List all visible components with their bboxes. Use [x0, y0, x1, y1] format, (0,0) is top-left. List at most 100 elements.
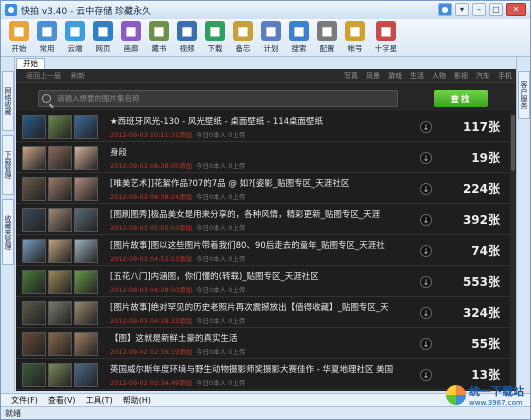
toolbar-button-12[interactable]: ■ 帐号: [341, 19, 369, 57]
thumbnail-image[interactable]: [48, 301, 72, 325]
item-title[interactable]: 【图】这就是新鲜土豪的真实生活: [110, 332, 402, 344]
menu-item-2[interactable]: 工具(T): [86, 395, 113, 406]
thumbnail-image[interactable]: [74, 301, 98, 325]
thumbnail-image[interactable]: [48, 177, 72, 201]
thumbnail-image[interactable]: [22, 208, 46, 232]
toolbar-button-1[interactable]: ■ 常用: [33, 19, 61, 57]
thumbnail-image[interactable]: [48, 115, 72, 139]
thumbnail-image[interactable]: [48, 239, 72, 263]
list-item[interactable]: 【图】这就是新鲜土豪的真实生活 2012-09-02 02:36:19添加 今日0本…: [16, 330, 516, 359]
item-title[interactable]: [五花八门]内涵图，你们懂的(转载)_贴图专区_天涯社区: [110, 270, 402, 282]
thumbnail-image[interactable]: [22, 146, 46, 170]
item-title[interactable]: 身段: [110, 146, 402, 158]
toolbar-button-3[interactable]: ■ 网页: [89, 19, 117, 57]
refresh-link[interactable]: 刷新: [71, 71, 85, 81]
thumbnail-image[interactable]: [22, 363, 46, 387]
menu-arrow-icon[interactable]: ▾: [455, 3, 469, 16]
search-input[interactable]: 请输入想要的图片集名称: [38, 90, 398, 107]
download-icon[interactable]: ↓: [420, 152, 432, 164]
list-item[interactable]: 英国威尔斯年度环境与野生动物摄影师奖摄影大赛佳作 - 华夏地理社区 美国 2012…: [16, 361, 516, 390]
download-icon[interactable]: ↓: [420, 214, 432, 226]
scrollbar-thumb[interactable]: [511, 115, 515, 171]
toolbar-button-11[interactable]: ■ 配置: [313, 19, 341, 57]
toolbar-button-5[interactable]: ■ 藏书: [145, 19, 173, 57]
minimize-button[interactable]: –: [472, 3, 486, 16]
category-3[interactable]: 生活: [410, 71, 424, 81]
thumbnail-image[interactable]: [22, 115, 46, 139]
toolbar-button-8[interactable]: ■ 备忘: [229, 19, 257, 57]
thumbnail-image[interactable]: [48, 363, 72, 387]
close-button[interactable]: ✕: [506, 3, 526, 16]
toolbar-button-4[interactable]: ■ 画廊: [117, 19, 145, 57]
list-item[interactable]: [图片故事]图以这些图片带着我们80、90后走去的童年_贴图专区_天涯社 2012…: [16, 237, 516, 266]
toolbar-button-9[interactable]: ■ 计划: [257, 19, 285, 57]
thumbnail-image[interactable]: [74, 115, 98, 139]
skin-icon[interactable]: ●: [438, 3, 452, 16]
item-info: [图刷图秀]极品美女是用来分享的，各种风情，精彩更新_贴图专区_天涯 2012-0…: [110, 208, 402, 232]
item-info: [五花八门]内涵图，你们懂的(转载)_贴图专区_天涯社区 2012-09-03 0…: [110, 270, 402, 294]
download-icon[interactable]: ↓: [420, 369, 432, 381]
toolbar-button-6[interactable]: ■ 视频: [173, 19, 201, 57]
thumbnail-image[interactable]: [22, 332, 46, 356]
thumbnail-image[interactable]: [74, 177, 98, 201]
thumbnail-image[interactable]: [48, 332, 72, 356]
download-icon[interactable]: ↓: [420, 276, 432, 288]
thumbnail-image[interactable]: [74, 208, 98, 232]
download-icon[interactable]: ↓: [420, 245, 432, 257]
thumbnail-image[interactable]: [22, 177, 46, 201]
tab-start[interactable]: 开始: [16, 58, 45, 69]
item-title[interactable]: [唯美艺术]]花絮作品?07的7品 @ 如?[姿影_贴图专区_天涯社区: [110, 177, 402, 189]
download-icon[interactable]: ↓: [420, 121, 432, 133]
list-item[interactable]: [图片故事]绝对罕见的历史老照片再次震撼放出【值得收藏】_贴图专区_天 2012-…: [16, 299, 516, 328]
item-title[interactable]: [图片故事]图以这些图片带着我们80、90后走去的童年_贴图专区_天涯社: [110, 239, 402, 251]
category-7[interactable]: 手机: [498, 71, 512, 81]
category-5[interactable]: 影视: [454, 71, 468, 81]
toolbar-button-7[interactable]: ■ 下载: [201, 19, 229, 57]
thumbnail-image[interactable]: [74, 363, 98, 387]
search-button[interactable]: 查找: [434, 90, 488, 107]
list-item[interactable]: ★西班牙风光-130 - 风光壁纸 - 桌面壁纸 - 114桌面壁纸 2012-0…: [16, 113, 516, 142]
toolbar-button-0[interactable]: ■ 开始: [5, 19, 33, 57]
item-title[interactable]: 英国威尔斯年度环境与野生动物摄影师奖摄影大赛佳作 - 华夏地理社区 美国: [110, 363, 402, 375]
category-0[interactable]: 写真: [344, 71, 358, 81]
list-item[interactable]: [唯美艺术]]花絮作品?07的7品 @ 如?[姿影_贴图专区_天涯社区 2012-…: [16, 175, 516, 204]
thumbnail-image[interactable]: [48, 146, 72, 170]
item-title[interactable]: [图刷图秀]极品美女是用来分享的，各种风情，精彩更新_贴图专区_天涯: [110, 208, 402, 220]
maximize-button[interactable]: □: [489, 3, 503, 16]
thumbnail-image[interactable]: [48, 270, 72, 294]
account-icon: ■: [345, 21, 365, 41]
back-link[interactable]: 返回上一层: [26, 71, 61, 81]
menu-item-1[interactable]: 查看(V): [48, 395, 76, 406]
toolbar-button-13[interactable]: ■ 十字星: [369, 19, 403, 57]
left-tab-1[interactable]: 下载管理: [2, 135, 14, 195]
menu-item-0[interactable]: 文件(F): [11, 395, 38, 406]
thumbnail-image[interactable]: [22, 270, 46, 294]
category-1[interactable]: 风景: [366, 71, 380, 81]
thumbnail-image[interactable]: [74, 332, 98, 356]
left-tab-2[interactable]: 收藏夹管理: [2, 199, 14, 265]
item-title[interactable]: [图片故事]绝对罕见的历史老照片再次震撼放出【值得收藏】_贴图专区_天: [110, 301, 402, 313]
thumbnail-image[interactable]: [74, 146, 98, 170]
thumbnail-image[interactable]: [74, 239, 98, 263]
thumbnail-image[interactable]: [74, 270, 98, 294]
category-2[interactable]: 游戏: [388, 71, 402, 81]
watermark-url: www.3987.com: [469, 399, 523, 407]
item-title[interactable]: ★西班牙风光-130 - 风光壁纸 - 桌面壁纸 - 114桌面壁纸: [110, 115, 402, 127]
list-item[interactable]: [五花八门]内涵图，你们懂的(转载)_贴图专区_天涯社区 2012-09-03 0…: [16, 268, 516, 297]
download-icon[interactable]: ↓: [420, 307, 432, 319]
right-tab-service[interactable]: 客户服务: [518, 71, 530, 119]
toolbar-button-2[interactable]: ■ 云端: [61, 19, 89, 57]
list-item[interactable]: 身段 2012-09-03 08:38:05添加 今日0本人 0上传 ↓ 19张: [16, 144, 516, 173]
thumbnail-image[interactable]: [22, 239, 46, 263]
thumbnail-image[interactable]: [48, 208, 72, 232]
list-item[interactable]: [图刷图秀]极品美女是用来分享的，各种风情，精彩更新_贴图专区_天涯 2012-0…: [16, 206, 516, 235]
left-tab-0[interactable]: 网络收藏: [2, 71, 14, 131]
list-scrollbar[interactable]: [510, 113, 516, 391]
menu-item-3[interactable]: 帮助(H): [123, 395, 151, 406]
thumbnail-image[interactable]: [22, 301, 46, 325]
download-icon[interactable]: ↓: [420, 338, 432, 350]
category-4[interactable]: 人物: [432, 71, 446, 81]
download-icon[interactable]: ↓: [420, 183, 432, 195]
toolbar-button-10[interactable]: ■ 搜索: [285, 19, 313, 57]
category-6[interactable]: 汽车: [476, 71, 490, 81]
